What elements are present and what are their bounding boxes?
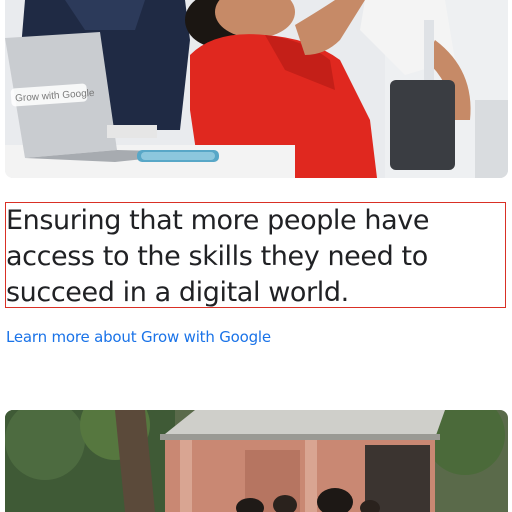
story-headline: Ensuring that more people have access to… xyxy=(5,202,506,308)
learn-more-link[interactable]: Learn more about Grow with Google xyxy=(6,328,271,346)
school-photo xyxy=(5,410,508,512)
event-photo: Grow with Google xyxy=(5,0,508,178)
